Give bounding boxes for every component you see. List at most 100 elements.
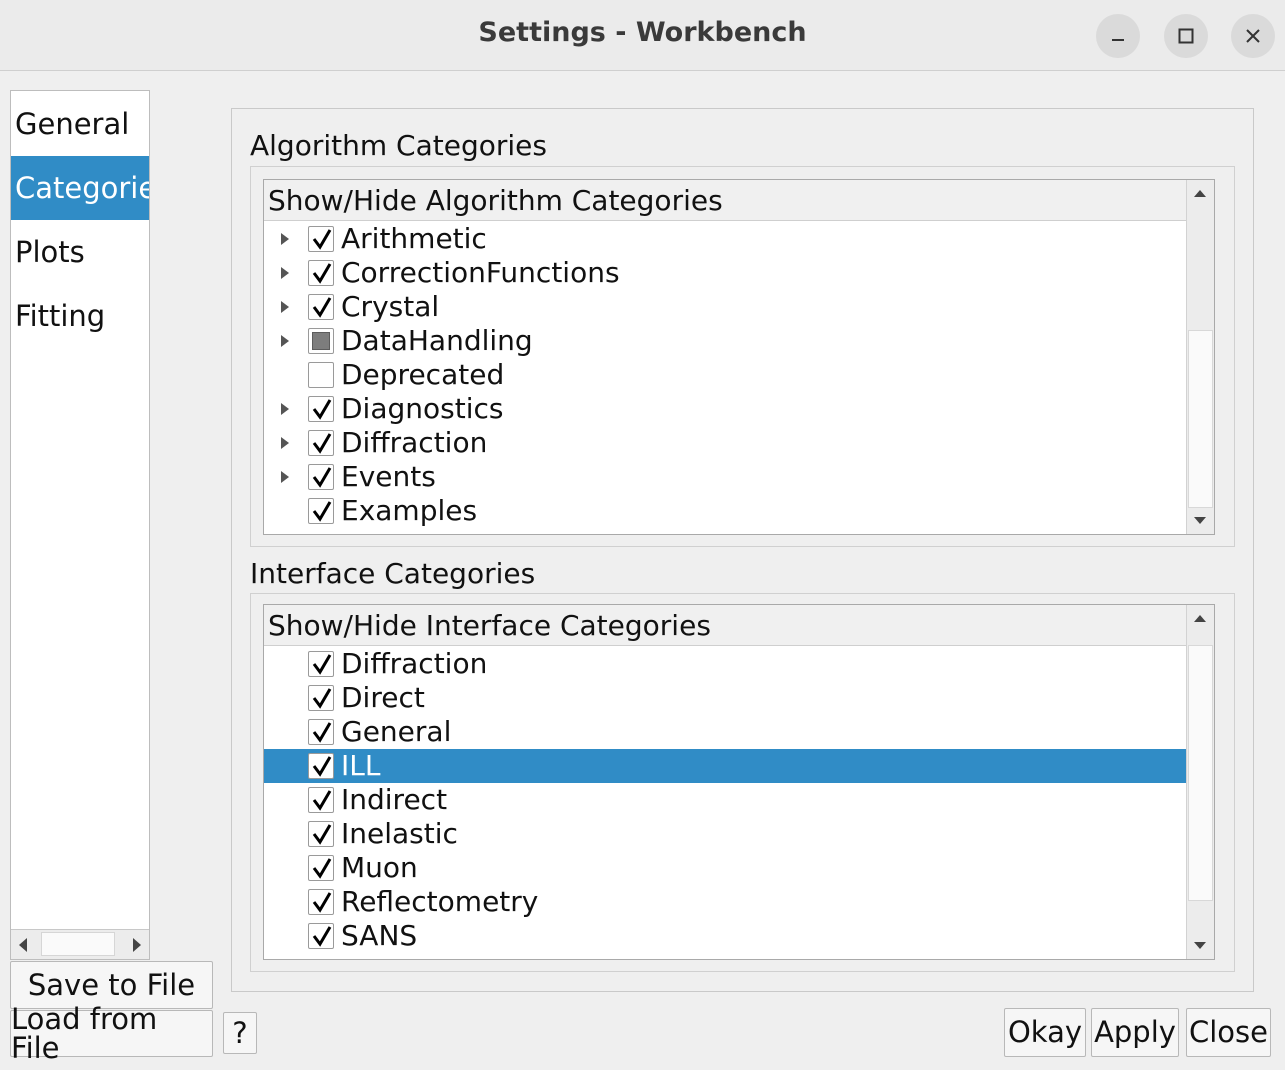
checkmark-icon (312, 654, 332, 675)
expand-arrow-icon[interactable] (280, 334, 290, 348)
category-label: Arithmetic (341, 222, 487, 255)
maximize-button[interactable] (1164, 14, 1208, 58)
category-label: SANS (341, 919, 418, 952)
scroll-down-icon[interactable] (1193, 941, 1207, 951)
interface-tree-scrollbar[interactable] (1186, 605, 1214, 959)
tree-row[interactable]: Reflectometry (264, 885, 1186, 919)
checkmark-icon (312, 263, 332, 284)
category-checkbox[interactable] (308, 889, 334, 915)
algorithm-scroll-thumb[interactable] (1188, 330, 1213, 508)
category-label: Deprecated (341, 358, 505, 391)
category-label: Inelastic (341, 817, 458, 850)
checkmark-icon (312, 433, 332, 454)
checkmark-icon (312, 467, 332, 488)
tree-row[interactable]: Events (264, 460, 1186, 494)
algorithm-categories-label: Algorithm Categories (250, 129, 547, 162)
nav-item-general[interactable]: General (11, 92, 149, 156)
checkmark-icon (312, 790, 332, 811)
category-checkbox[interactable] (308, 498, 334, 524)
category-label: Muon (341, 851, 418, 884)
checkmark-icon (312, 824, 332, 845)
algorithm-tree-scrollbar[interactable] (1186, 180, 1214, 534)
close-button[interactable]: Close (1186, 1008, 1271, 1057)
scroll-down-icon[interactable] (1193, 516, 1207, 526)
tree-row[interactable]: Diagnostics (264, 392, 1186, 426)
interface-categories-tree[interactable]: Show/Hide Interface Categories Diffracti… (263, 604, 1215, 960)
scroll-right-icon[interactable] (131, 937, 143, 953)
tree-row[interactable]: Arithmetic (264, 222, 1186, 256)
tree-row[interactable]: ILL (264, 749, 1186, 783)
apply-button[interactable]: Apply (1091, 1008, 1179, 1057)
checkmark-icon (312, 926, 332, 947)
tree-row[interactable]: Examples (264, 494, 1186, 528)
interface-tree-header[interactable]: Show/Hide Interface Categories (264, 605, 1186, 646)
expand-arrow-icon[interactable] (280, 300, 290, 314)
help-button[interactable]: ? (223, 1012, 257, 1054)
interface-scroll-thumb[interactable] (1188, 645, 1213, 901)
tree-row[interactable]: Deprecated (264, 358, 1186, 392)
category-checkbox[interactable] (308, 328, 334, 354)
expand-arrow-icon[interactable] (280, 266, 290, 280)
tree-row[interactable]: DataHandling (264, 324, 1186, 358)
okay-button[interactable]: Okay (1004, 1008, 1086, 1057)
category-checkbox[interactable] (308, 260, 334, 286)
category-checkbox[interactable] (308, 685, 334, 711)
expand-arrow-icon[interactable] (280, 470, 290, 484)
scroll-left-icon[interactable] (17, 937, 29, 953)
tree-row[interactable]: Inelastic (264, 817, 1186, 851)
nav-item-categories[interactable]: Categories (11, 156, 149, 220)
category-checkbox[interactable] (308, 719, 334, 745)
category-label: Reflectometry (341, 885, 539, 918)
category-checkbox[interactable] (308, 464, 334, 490)
category-checkbox[interactable] (308, 821, 334, 847)
category-checkbox[interactable] (308, 294, 334, 320)
expand-arrow-icon[interactable] (280, 436, 290, 450)
category-label: Diffraction (341, 647, 488, 680)
tree-row[interactable]: Diffraction (264, 647, 1186, 681)
scroll-up-icon[interactable] (1193, 188, 1207, 198)
algorithm-categories-tree[interactable]: Show/Hide Algorithm Categories Arithmeti… (263, 179, 1215, 535)
category-label: ILL (341, 749, 381, 782)
tree-row[interactable]: SANS (264, 919, 1186, 953)
category-checkbox[interactable] (308, 753, 334, 779)
nav-horizontal-scrollbar[interactable] (11, 929, 149, 959)
tree-row[interactable]: CorrectionFunctions (264, 256, 1186, 290)
tree-row[interactable]: Indirect (264, 783, 1186, 817)
close-icon (1246, 29, 1260, 43)
category-checkbox[interactable] (308, 430, 334, 456)
category-label: Indirect (341, 783, 448, 816)
algorithm-tree-header[interactable]: Show/Hide Algorithm Categories (264, 180, 1186, 221)
category-checkbox[interactable] (308, 923, 334, 949)
category-checkbox[interactable] (308, 651, 334, 677)
load-from-file-button[interactable]: Load from File (10, 1004, 213, 1062)
categories-panel: Algorithm Categories Show/Hide Algorithm… (231, 108, 1254, 992)
expand-arrow-icon[interactable] (280, 232, 290, 246)
category-checkbox[interactable] (308, 226, 334, 252)
expand-arrow-icon[interactable] (280, 402, 290, 416)
settings-nav-list: General Categories Plots Fitting (10, 90, 150, 960)
scroll-up-icon[interactable] (1193, 613, 1207, 623)
category-label: Crystal (341, 290, 440, 323)
nav-item-plots[interactable]: Plots (11, 220, 149, 284)
category-checkbox[interactable] (308, 855, 334, 881)
category-checkbox[interactable] (308, 396, 334, 422)
nav-scroll-thumb[interactable] (41, 932, 115, 956)
checkmark-icon (312, 722, 332, 743)
tree-row[interactable]: General (264, 715, 1186, 749)
tree-row[interactable]: Direct (264, 681, 1186, 715)
checkmark-icon (312, 688, 332, 709)
checkmark-icon (312, 297, 332, 318)
partial-check-icon (312, 332, 330, 350)
algorithm-categories-group: Show/Hide Algorithm Categories Arithmeti… (250, 166, 1235, 547)
minimize-button[interactable] (1096, 14, 1140, 58)
checkmark-icon (312, 399, 332, 420)
tree-row[interactable]: Crystal (264, 290, 1186, 324)
tree-row[interactable]: Muon (264, 851, 1186, 885)
category-checkbox[interactable] (308, 787, 334, 813)
category-label: CorrectionFunctions (341, 256, 620, 289)
tree-row[interactable]: Diffraction (264, 426, 1186, 460)
nav-item-fitting[interactable]: Fitting (11, 284, 149, 348)
category-checkbox[interactable] (308, 362, 334, 388)
close-window-button[interactable] (1231, 14, 1275, 58)
minimize-icon (1112, 39, 1124, 41)
